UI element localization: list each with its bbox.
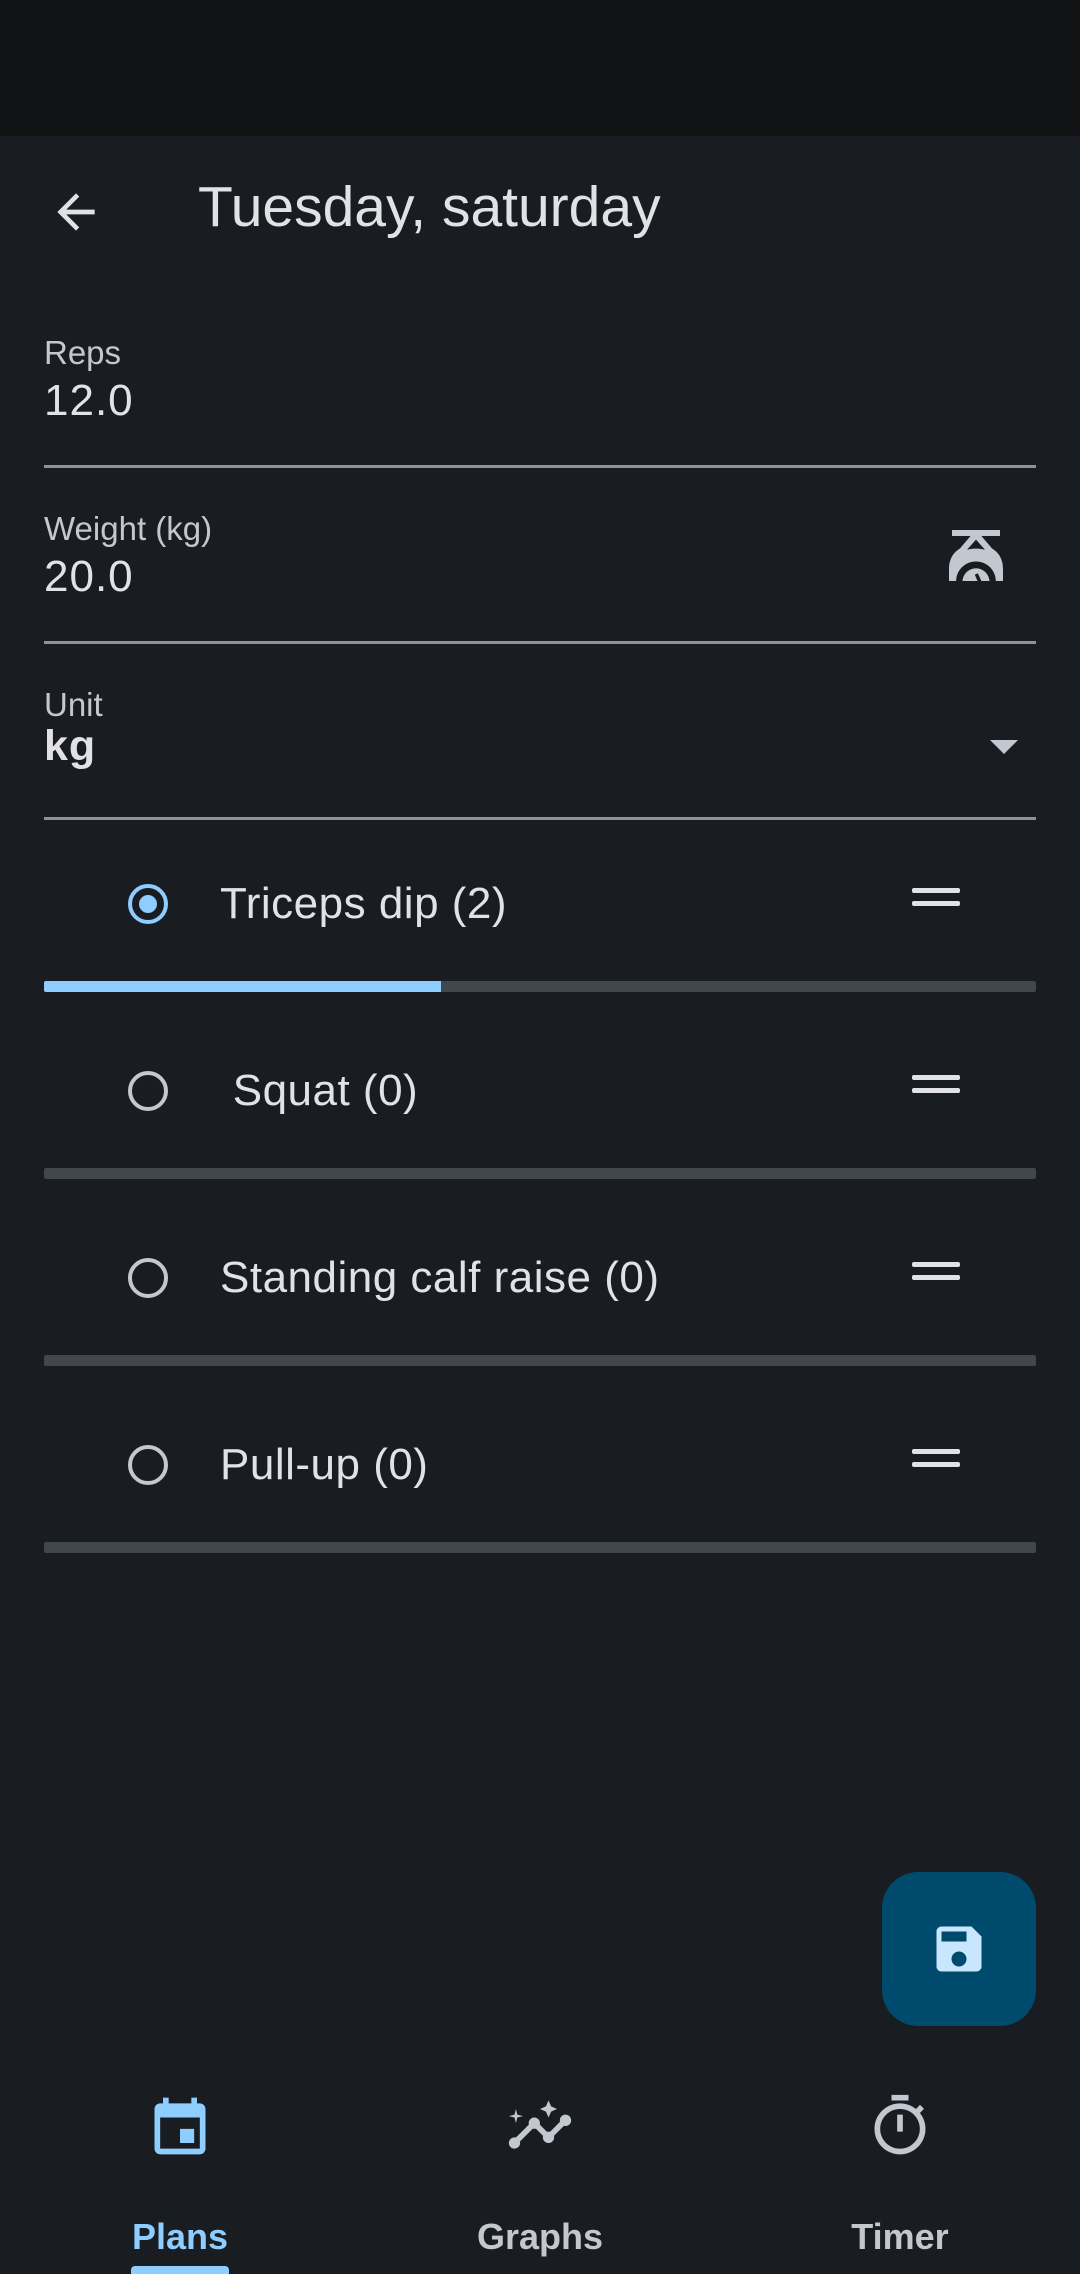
nav-label-plans: Plans	[131, 2216, 229, 2257]
unit-dropdown[interactable]: Unit kg	[44, 642, 1036, 820]
exercise-name: Pull-up (0)	[220, 1440, 429, 1489]
exercise-progress-bar	[44, 1542, 1036, 1553]
exercise-name: Squat (0)	[220, 1066, 419, 1115]
unit-selected-value: kg	[44, 722, 97, 770]
drag-handle-icon[interactable]	[912, 1449, 960, 1479]
active-tab-indicator	[131, 2266, 229, 2274]
nav-label-graphs: Graphs	[476, 2216, 604, 2257]
exercise-progress-bar	[44, 981, 1036, 992]
calendar-icon	[154, 2097, 206, 2155]
exercise-progress-bar	[44, 1355, 1036, 1366]
dropdown-arrow-icon	[990, 740, 1018, 754]
save-icon	[936, 1926, 982, 1972]
drag-handle-icon[interactable]	[912, 888, 960, 918]
scale-icon	[949, 530, 1003, 581]
weight-input[interactable]: 20.0	[44, 552, 134, 602]
radio-button-selected[interactable]	[128, 884, 168, 924]
nav-item-timer[interactable]: Timer	[720, 2044, 1080, 2274]
exercise-progress-bar	[44, 1168, 1036, 1179]
radio-button[interactable]	[128, 1258, 168, 1298]
exercise-item[interactable]: Standing calf raise (0)	[44, 1197, 1036, 1377]
reps-field[interactable]: Reps 12.0	[44, 290, 1036, 468]
drag-handle-icon[interactable]	[912, 1262, 960, 1292]
scale-button[interactable]	[940, 521, 1012, 593]
unit-label: Unit	[44, 686, 103, 723]
nav-item-graphs[interactable]: Graphs	[360, 2044, 720, 2274]
back-button[interactable]	[40, 176, 112, 248]
reps-input[interactable]: 12.0	[44, 376, 134, 426]
exercise-name: Standing calf raise (0)	[220, 1253, 660, 1302]
status-bar	[0, 0, 1080, 136]
bottom-navigation: Plans Graphs Timer	[0, 2044, 1080, 2274]
stopwatch-icon	[874, 2094, 926, 2155]
exercise-name: Triceps dip (2)	[220, 879, 508, 928]
save-button[interactable]	[882, 1872, 1036, 2026]
radio-button[interactable]	[128, 1071, 168, 1111]
arrow-back-icon	[57, 193, 95, 231]
reps-label: Reps	[44, 334, 122, 371]
page-title: Tuesday, saturday	[198, 175, 661, 239]
exercise-item[interactable]: Pull-up (0)	[44, 1384, 1036, 1564]
radio-button[interactable]	[128, 1445, 168, 1485]
exercise-item[interactable]: Squat (0)	[44, 1010, 1036, 1190]
insights-icon	[508, 2100, 572, 2149]
weight-field[interactable]: Weight (kg) 20.0	[44, 466, 1036, 644]
nav-label-timer: Timer	[851, 2216, 949, 2257]
weight-label: Weight (kg)	[44, 510, 213, 547]
exercise-item[interactable]: Triceps dip (2)	[44, 823, 1036, 1003]
drag-handle-icon[interactable]	[912, 1075, 960, 1105]
top-app-bar: Tuesday, saturday	[0, 136, 1080, 288]
nav-item-plans[interactable]: Plans	[0, 2044, 360, 2274]
